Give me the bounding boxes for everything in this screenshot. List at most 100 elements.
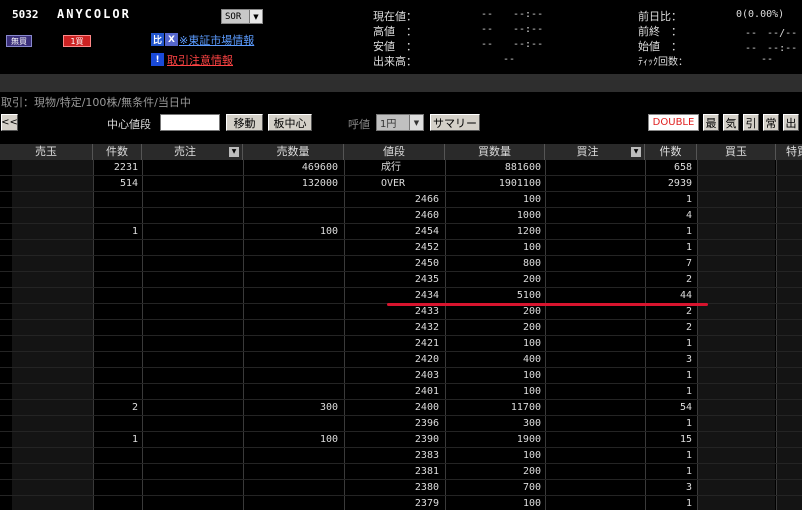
best-button[interactable]: 最 (703, 114, 719, 131)
buy-count-cell: 7 (685, 258, 692, 269)
col-sell-order-label: 売注 (174, 145, 196, 158)
sell-qty-cell (243, 496, 338, 510)
quote-value-volume: -- (503, 54, 516, 65)
chevron-down-icon[interactable]: ▼ (249, 10, 262, 23)
board-row[interactable]: 2381 200 1 (0, 464, 802, 480)
buy-count-cell: 1 (685, 194, 692, 205)
buy-qty-cell: 200 (522, 322, 541, 333)
tick-size-value: 1円 (380, 119, 397, 130)
price-cell[interactable]: 2390 (344, 432, 439, 448)
no-buy-button[interactable]: 無買 (6, 35, 32, 47)
compare-icon[interactable]: 比 (151, 33, 164, 46)
price-cell[interactable]: 2381 (344, 464, 439, 480)
order-board: 売玉 件数 売注 ▼ 売数量 値段 買数量 買注 ▼ 件数 買玉 特買 2231… (0, 144, 802, 510)
price-cell[interactable]: 2420 (344, 352, 439, 368)
board-row[interactable]: 2380 700 3 (0, 480, 802, 496)
price-cell[interactable]: 2401 (344, 384, 439, 400)
col-buy-count: 件数 (645, 144, 697, 160)
col-buy-order[interactable]: 買注 ▼ (545, 144, 645, 160)
price-cell[interactable]: 2435 (344, 272, 439, 288)
double-button[interactable]: DOUBLE (648, 114, 699, 131)
sell-qty-cell (243, 384, 338, 400)
filter-icon[interactable]: ▼ (229, 147, 239, 157)
board-row[interactable]: 2432 200 2 (0, 320, 802, 336)
price-cell[interactable]: 2433 (344, 304, 439, 320)
board-row[interactable]: 2421 100 1 (0, 336, 802, 352)
col-buy-order-label: 買注 (576, 145, 599, 158)
board-row[interactable]: 2452 100 1 (0, 240, 802, 256)
market-info-link[interactable]: ※東証市場情報 (179, 32, 254, 48)
board-row[interactable]: 2420 400 3 (0, 352, 802, 368)
board-row[interactable]: 2450 800 7 (0, 256, 802, 272)
center-price-label: 中心値段 (107, 118, 151, 131)
buy-qty-cell: 100 (522, 242, 541, 253)
board-row[interactable]: 2396 300 1 (0, 416, 802, 432)
board-row[interactable]: 2403 100 1 (0, 368, 802, 384)
quote-button[interactable]: 気 (723, 114, 739, 131)
price-cell[interactable]: 成行 (344, 160, 442, 176)
buy-count-cell: 1 (685, 338, 692, 349)
back-button[interactable]: << (1, 114, 18, 131)
buy-qty-cell: 800 (522, 258, 541, 269)
sell-qty-cell (243, 320, 338, 336)
board-row[interactable]: 2466 100 1 (0, 192, 802, 208)
close-order-button[interactable]: 引 (743, 114, 759, 131)
buy-count-cell: 1 (685, 498, 692, 509)
one-buy-button[interactable]: 1買 (63, 35, 91, 47)
executions-button[interactable]: 出 (783, 114, 799, 131)
move-button[interactable]: 移動 (226, 114, 263, 131)
price-cell[interactable]: 2400 (344, 400, 439, 416)
price-cell[interactable]: 2396 (344, 416, 439, 432)
filter-icon[interactable]: ▼ (631, 147, 641, 157)
order-condition-text: 取引：現物/特定/100株/無条件/当日中 (1, 96, 191, 109)
board-row[interactable]: 2401 100 1 (0, 384, 802, 400)
price-cell[interactable]: 2403 (344, 368, 439, 384)
x-icon[interactable]: X (165, 33, 178, 46)
quote-time-current: --:-- (513, 9, 544, 20)
board-center-button[interactable]: 板中心 (268, 114, 312, 131)
board-row[interactable]: 2435 200 2 (0, 272, 802, 288)
caution-info-link[interactable]: 取引注意情報 (167, 52, 233, 68)
quote-label-open: 始値 ： (638, 40, 682, 53)
sell-count-cell (93, 480, 138, 496)
header-panel: 5032 ANYCOLOR SOR ▼ 無買 1買 比 X ※東証市場情報 ! … (0, 0, 802, 74)
board-row[interactable]: 2434 5100 44 (0, 288, 802, 304)
sell-count-cell (93, 192, 138, 208)
board-row[interactable]: 2433 200 2 (0, 304, 802, 320)
market-select[interactable]: SOR ▼ (221, 9, 263, 24)
price-cell[interactable]: 2434 (344, 288, 439, 304)
chevron-down-icon[interactable]: ▼ (409, 115, 423, 130)
board-row[interactable]: 2460 1000 4 (0, 208, 802, 224)
price-cell[interactable]: 2421 (344, 336, 439, 352)
price-cell[interactable]: 2452 (344, 240, 439, 256)
board-row[interactable]: 2379 100 1 (0, 496, 802, 510)
price-cell[interactable]: 2383 (344, 448, 439, 464)
tick-size-select[interactable]: 1円 ▼ (376, 114, 424, 131)
board-row[interactable]: 2383 100 1 (0, 448, 802, 464)
summary-button[interactable]: サマリー (430, 114, 480, 131)
board-row[interactable]: 2 300 2400 11700 54 (0, 400, 802, 416)
board-row[interactable]: 2231 469600 成行 881600 658 (0, 160, 802, 176)
price-cell[interactable]: 2466 (344, 192, 439, 208)
sell-count-cell: 2 (131, 402, 138, 413)
price-cell[interactable]: 2432 (344, 320, 439, 336)
quote-value-high: -- (481, 24, 494, 35)
buy-count-cell: 2 (685, 322, 692, 333)
board-row[interactable]: 1 100 2390 1900 15 (0, 432, 802, 448)
normal-button[interactable]: 常 (763, 114, 779, 131)
board-row[interactable]: 514 132000 OVER 1901100 2939 (0, 176, 802, 192)
price-cell[interactable]: 2379 (344, 496, 439, 510)
price-cell[interactable]: OVER (344, 176, 442, 192)
col-buy-qty: 買数量 (445, 144, 545, 160)
price-cell[interactable]: 2454 (344, 224, 439, 240)
buy-count-cell: 3 (685, 354, 692, 365)
center-price-input[interactable] (160, 114, 220, 131)
price-cell[interactable]: 2380 (344, 480, 439, 496)
tick-size-label: 呼値 (348, 118, 370, 131)
price-cell[interactable]: 2450 (344, 256, 439, 272)
board-row[interactable]: 1 100 2454 1200 1 (0, 224, 802, 240)
price-cell[interactable]: 2460 (344, 208, 439, 224)
col-sell-order[interactable]: 売注 ▼ (142, 144, 243, 160)
col-sell-position: 売玉 (0, 144, 93, 160)
sell-qty-cell (243, 464, 338, 480)
